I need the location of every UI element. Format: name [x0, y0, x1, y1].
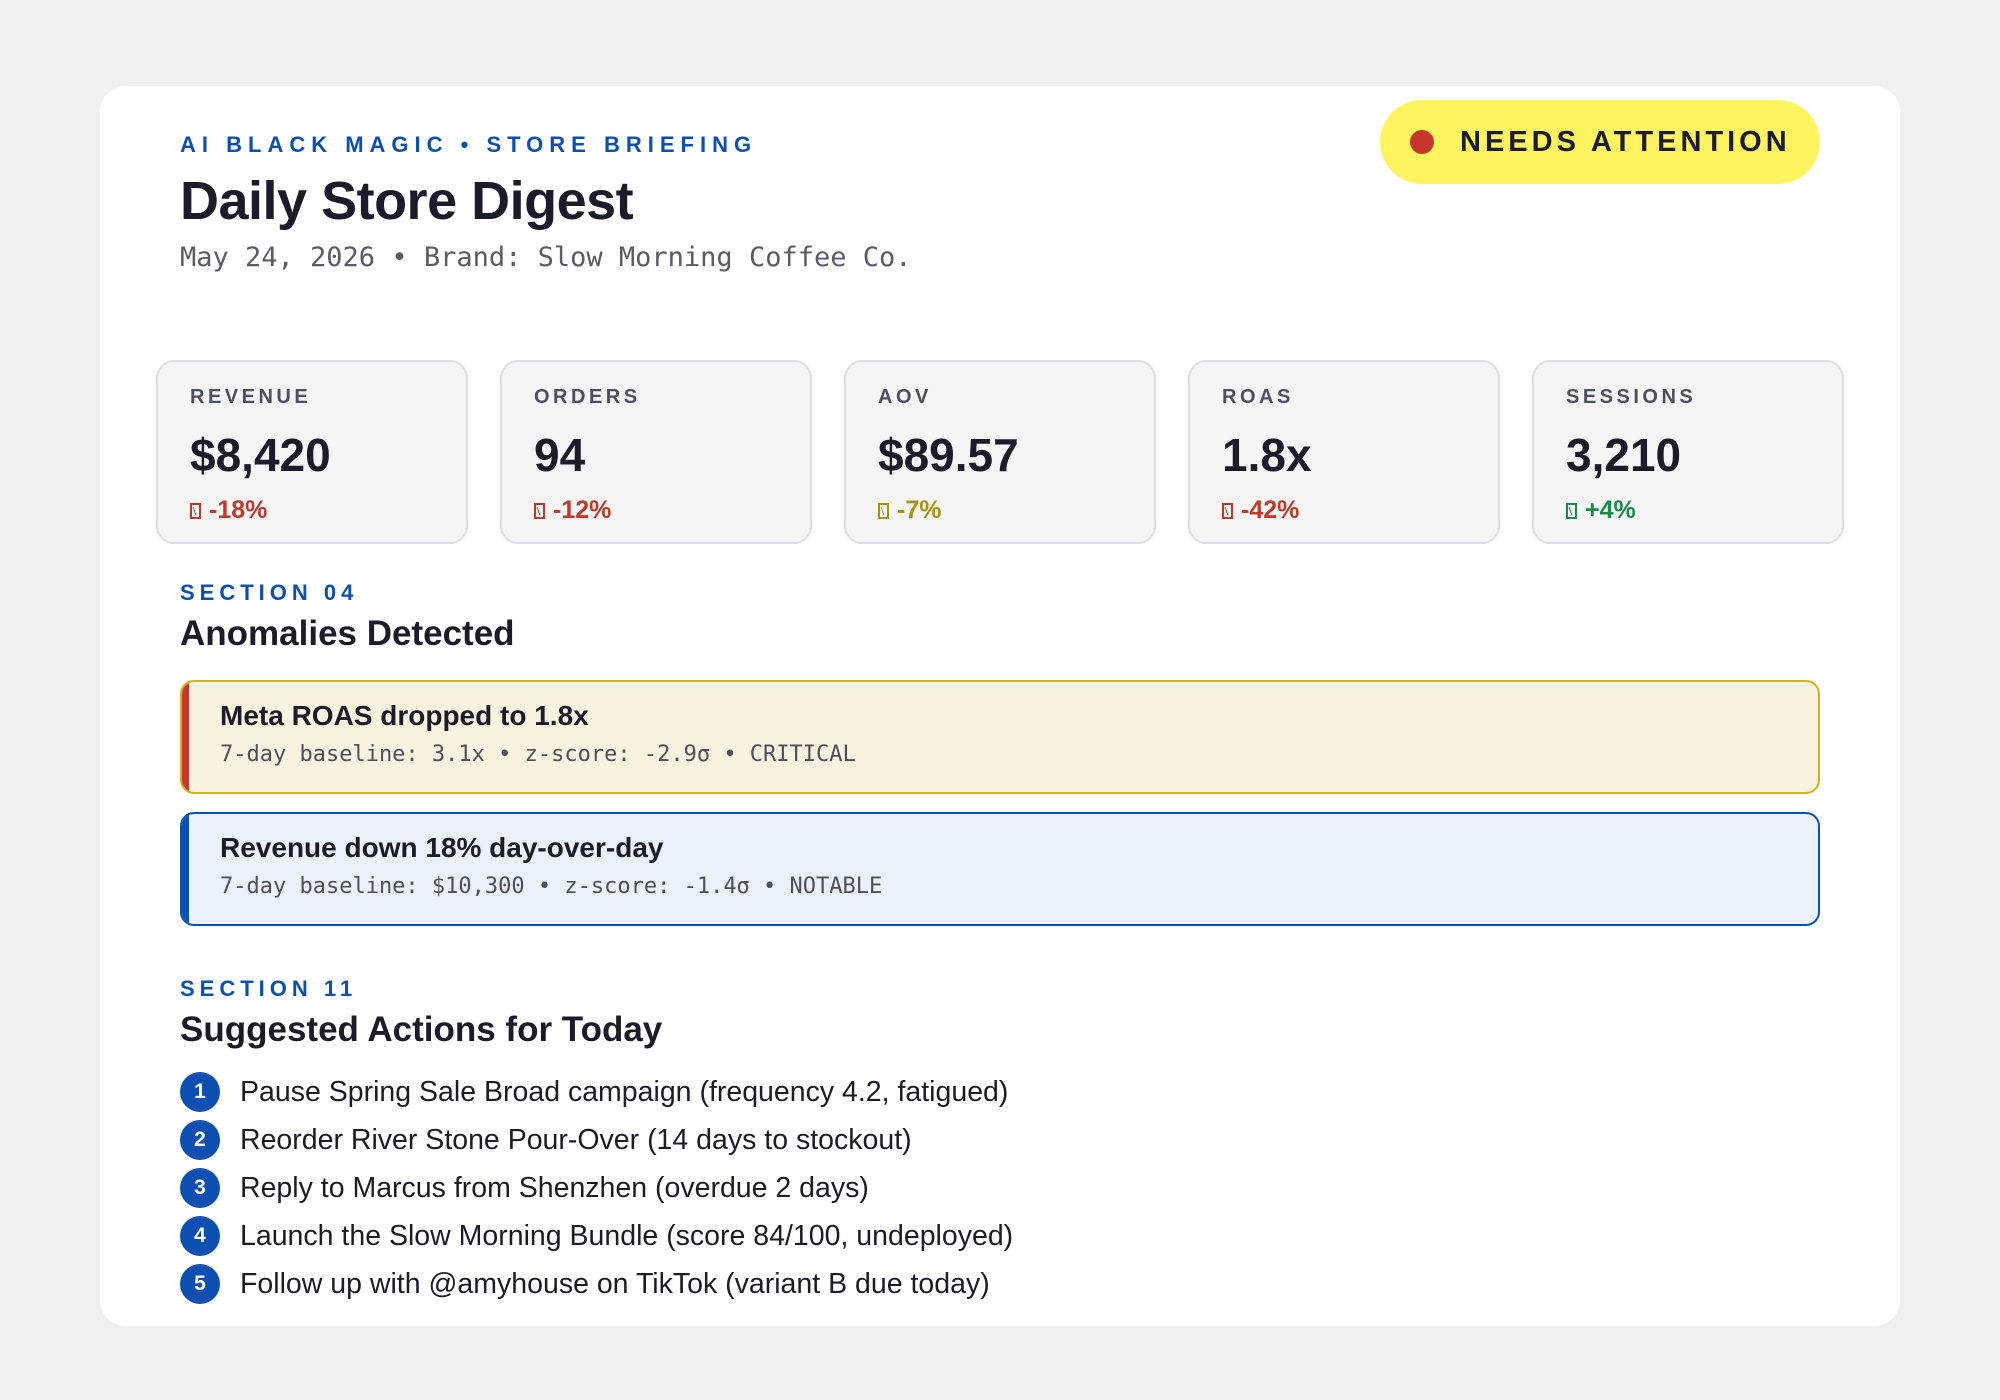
status-label: NEEDS ATTENTION	[1460, 125, 1791, 158]
kpi-delta-value: -12%	[553, 496, 612, 524]
brand-eyebrow: AI BLACK MAGIC • STORE BRIEFING	[180, 132, 758, 157]
anomaly-title: Meta ROAS dropped to 1.8x	[220, 700, 589, 731]
action-item[interactable]: 5 Follow up with @amyhouse on TikTok (va…	[180, 1260, 1380, 1308]
kpi-value: $89.57	[878, 429, 1019, 481]
kpi-label: REVENUE	[190, 386, 312, 408]
anomaly-card-notable[interactable]: Revenue down 18% day-over-day 7-day base…	[180, 812, 1820, 926]
anomaly-detail: 7-day baseline: 3.1x • z-score: -2.9σ • …	[220, 742, 856, 767]
trend-icon	[190, 502, 201, 519]
kpi-card-sessions: SESSIONS 3,210 +4%	[1532, 360, 1844, 544]
kpi-value: 94	[534, 429, 586, 481]
kpi-value: 1.8x	[1222, 429, 1312, 481]
page-subtitle: May 24, 2026 • Brand: Slow Morning Coffe…	[180, 242, 912, 273]
kpi-delta: -42%	[1222, 496, 1299, 525]
anomaly-detail: 7-day baseline: $10,300 • z-score: -1.4σ…	[220, 874, 883, 899]
anomalies-section-title: Anomalies Detected	[180, 614, 515, 653]
action-number-badge: 3	[180, 1168, 220, 1208]
kpi-delta-value: -18%	[209, 496, 268, 524]
kpi-label: AOV	[878, 386, 932, 408]
kpi-row: REVENUE $8,420 -18% ORDERS 94 -12% AOV $…	[156, 360, 1846, 546]
kpi-label: ORDERS	[534, 386, 641, 408]
page-title: Daily Store Digest	[180, 171, 634, 231]
action-number-badge: 5	[180, 1264, 220, 1304]
kpi-label: SESSIONS	[1566, 386, 1697, 408]
severity-bar	[182, 682, 189, 792]
action-number-badge: 1	[180, 1072, 220, 1112]
actions-section-eyebrow: SECTION 11	[180, 976, 358, 1001]
trend-icon	[878, 502, 889, 519]
action-text: Reorder River Stone Pour-Over (14 days t…	[240, 1123, 912, 1156]
kpi-delta-value: +4%	[1585, 496, 1636, 524]
trend-icon	[1222, 502, 1233, 519]
action-item[interactable]: 1 Pause Spring Sale Broad campaign (freq…	[180, 1068, 1380, 1116]
suggested-actions-list: 1 Pause Spring Sale Broad campaign (freq…	[180, 1068, 1380, 1308]
kpi-label: ROAS	[1222, 386, 1294, 408]
kpi-value: $8,420	[190, 429, 331, 481]
action-text: Pause Spring Sale Broad campaign (freque…	[240, 1075, 1009, 1108]
action-text: Launch the Slow Morning Bundle (score 84…	[240, 1219, 1014, 1252]
kpi-delta: -18%	[190, 496, 267, 525]
kpi-card-revenue: REVENUE $8,420 -18%	[156, 360, 468, 544]
trend-icon	[1566, 502, 1577, 519]
action-text: Follow up with @amyhouse on TikTok (vari…	[240, 1267, 990, 1300]
action-text: Reply to Marcus from Shenzhen (overdue 2…	[240, 1171, 869, 1204]
anomaly-title: Revenue down 18% day-over-day	[220, 832, 664, 863]
kpi-delta-value: -42%	[1241, 496, 1300, 524]
kpi-card-roas: ROAS 1.8x -42%	[1188, 360, 1500, 544]
status-dot-icon	[1410, 130, 1434, 154]
kpi-value: 3,210	[1566, 429, 1682, 481]
digest-card: AI BLACK MAGIC • STORE BRIEFING Daily St…	[100, 86, 1900, 1326]
kpi-delta: +4%	[1566, 496, 1636, 525]
kpi-delta-value: -7%	[897, 496, 942, 524]
anomaly-card-critical[interactable]: Meta ROAS dropped to 1.8x 7-day baseline…	[180, 680, 1820, 794]
kpi-delta: -7%	[878, 496, 941, 525]
status-badge: NEEDS ATTENTION	[1380, 100, 1820, 184]
actions-section-title: Suggested Actions for Today	[180, 1010, 663, 1049]
severity-bar	[182, 814, 189, 924]
anomalies-section-eyebrow: SECTION 04	[180, 580, 359, 605]
action-number-badge: 4	[180, 1216, 220, 1256]
kpi-card-orders: ORDERS 94 -12%	[500, 360, 812, 544]
action-number-badge: 2	[180, 1120, 220, 1160]
action-item[interactable]: 4 Launch the Slow Morning Bundle (score …	[180, 1212, 1380, 1260]
kpi-delta: -12%	[534, 496, 611, 525]
kpi-card-aov: AOV $89.57 -7%	[844, 360, 1156, 544]
action-item[interactable]: 3 Reply to Marcus from Shenzhen (overdue…	[180, 1164, 1380, 1212]
trend-icon	[534, 502, 545, 519]
action-item[interactable]: 2 Reorder River Stone Pour-Over (14 days…	[180, 1116, 1380, 1164]
